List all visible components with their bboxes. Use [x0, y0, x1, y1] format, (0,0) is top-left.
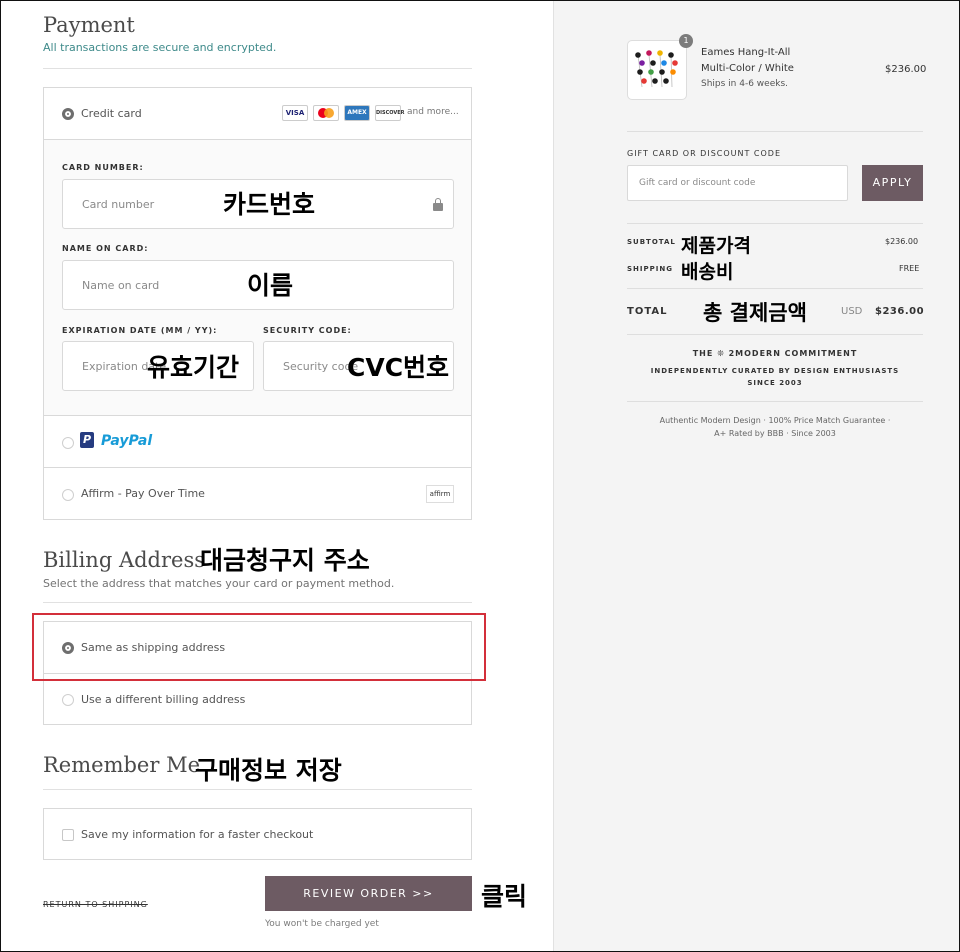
divider: [627, 288, 923, 289]
shipping-value: FREE: [899, 264, 920, 273]
divider: [627, 334, 923, 335]
product-shipping-time: Ships in 4-6 weeks.: [701, 79, 789, 89]
credit-card-radio[interactable]: [62, 108, 74, 120]
product-variant: Multi-Color / White: [701, 63, 794, 74]
remember-option: Save my information for a faster checkou…: [43, 808, 472, 860]
annotation-card-number: 카드번호: [223, 190, 316, 219]
annotation-shipping-fee: 배송비: [681, 261, 734, 283]
lock-icon: [433, 198, 443, 211]
annotation-click: 클릭: [481, 882, 528, 911]
paypal-icon: P: [80, 432, 94, 448]
visa-icon: VISA: [282, 105, 308, 121]
gift-card-input[interactable]: [628, 166, 847, 200]
total-label: TOTAL: [627, 306, 668, 317]
highlight-box: [32, 613, 486, 681]
affirm-radio[interactable]: [62, 489, 74, 501]
product-name: Eames Hang-It-All: [701, 47, 791, 58]
paypal-option[interactable]: P PayPal: [44, 415, 471, 468]
checkout-main: Payment All transactions are secure and …: [1, 1, 553, 951]
commitment-title: THE ❊ 2MODERN COMMITMENT: [692, 349, 858, 358]
review-order-button[interactable]: REVIEW ORDER >>: [265, 876, 472, 911]
annotation-expiry: 유효기간: [147, 353, 240, 382]
divider: [627, 131, 923, 132]
name-on-card-label: NAME ON CARD:: [62, 244, 149, 253]
subtotal-label: SUBTOTAL: [627, 238, 676, 246]
annotation-billing: 대금청구지 주소: [200, 546, 370, 575]
save-info-checkbox[interactable]: [62, 829, 74, 841]
remember-title: Remember Me: [43, 753, 201, 777]
return-to-shipping-link[interactable]: RETURN TO SHIPPING: [43, 900, 148, 909]
divider: [43, 789, 472, 790]
amex-icon: AMEX: [344, 105, 370, 121]
paypal-label: PayPal: [101, 433, 153, 449]
apply-button[interactable]: APPLY: [862, 165, 923, 201]
total-value: $236.00: [875, 306, 925, 317]
annotation-remember: 구매정보 저장: [195, 756, 342, 785]
quantity-badge: 1: [679, 34, 693, 48]
hang-it-all-icon: [635, 50, 678, 88]
gift-card-field[interactable]: [627, 165, 848, 201]
divider: [627, 223, 923, 224]
billing-title: Billing Address: [43, 548, 206, 572]
billing-subtitle: Select the address that matches your car…: [43, 577, 395, 590]
paypal-radio[interactable]: [62, 437, 74, 449]
payment-subtitle: All transactions are secure and encrypte…: [43, 41, 277, 54]
total-currency: USD: [841, 306, 863, 317]
shipping-label: SHIPPING: [627, 265, 673, 273]
subtotal-value: $236.00: [885, 237, 919, 246]
product-thumbnail: [627, 40, 687, 100]
mastercard-icon: [313, 105, 339, 121]
annotation-cvc: CVC번호: [347, 353, 450, 382]
paypal-logo: PayPal: [101, 433, 152, 449]
affirm-option[interactable]: Affirm - Pay Over Time affirm: [44, 467, 471, 519]
card-number-label: CARD NUMBER:: [62, 163, 144, 172]
payment-title: Payment: [43, 13, 135, 37]
annotation-name: 이름: [247, 271, 294, 300]
charged-note: You won't be charged yet: [265, 919, 379, 929]
product-price: $236.00: [885, 64, 927, 75]
divider: [627, 401, 923, 402]
discover-icon: DISCOVER: [375, 105, 405, 121]
different-address-radio[interactable]: [62, 694, 74, 706]
order-summary: 1 Eames Hang-It-All Multi-Color / White …: [553, 1, 959, 951]
credit-card-form: CARD NUMBER: 카드번호 NAME ON CARD: 이름 EXPIR…: [44, 139, 471, 415]
divider: [43, 602, 472, 603]
and-more-text: and more...: [407, 107, 459, 117]
guarantee-line-2: A+ Rated by BBB · Since 2003: [714, 429, 836, 438]
annotation-total: 총 결제금액: [703, 301, 807, 325]
gift-card-label: GIFT CARD OR DISCOUNT CODE: [627, 149, 782, 158]
guarantee-line-1: Authentic Modern Design · 100% Price Mat…: [659, 416, 891, 425]
divider: [43, 68, 472, 69]
save-info-label[interactable]: Save my information for a faster checkou…: [81, 828, 313, 841]
different-address-label[interactable]: Use a different billing address: [81, 693, 245, 706]
affirm-label: Affirm - Pay Over Time: [81, 487, 205, 500]
security-code-label: SECURITY CODE:: [263, 326, 352, 335]
credit-card-label: Credit card: [81, 107, 142, 120]
annotation-product-price: 제품가격: [681, 235, 751, 257]
commitment-line-2: SINCE 2003: [747, 379, 803, 387]
expiration-label: EXPIRATION DATE (MM / YY):: [62, 326, 218, 335]
payment-methods: Credit card VISA AMEX DISCOVER and more.…: [43, 87, 472, 520]
commitment-line-1: INDEPENDENTLY CURATED BY DESIGN ENTHUSIA…: [650, 367, 900, 375]
affirm-logo: affirm: [426, 485, 454, 503]
